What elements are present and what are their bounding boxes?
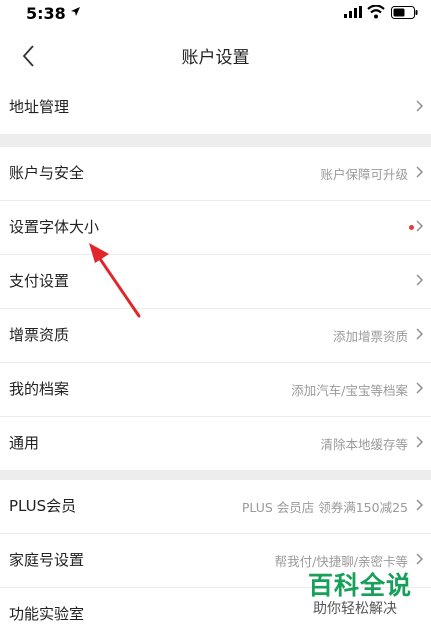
row-label: 功能实验室 xyxy=(9,605,85,623)
cellular-signal-icon xyxy=(344,6,362,18)
chevron-right-icon xyxy=(416,436,423,448)
row-label: 家庭号设置 xyxy=(9,551,85,569)
row-my-profile[interactable]: 我的档案 添加汽车/宝宝等档案 xyxy=(0,363,431,417)
chevron-right-icon xyxy=(416,166,423,178)
chevron-right-icon xyxy=(416,220,423,232)
row-general[interactable]: 通用 清除本地缓存等 xyxy=(0,417,431,470)
chevron-right-icon xyxy=(416,274,423,286)
chevron-right-icon xyxy=(416,553,423,565)
chevron-right-icon xyxy=(416,100,423,112)
row-account-security[interactable]: 账户与安全 账户保障可升级 xyxy=(0,147,431,201)
chevron-right-icon xyxy=(416,328,423,340)
watermark-subtitle: 助你轻松解决 xyxy=(313,601,397,617)
row-label: 通用 xyxy=(9,434,40,452)
chevron-right-icon xyxy=(416,382,423,394)
row-label: 账户与安全 xyxy=(9,164,85,182)
row-value: 添加增票资质 xyxy=(332,329,408,344)
location-arrow-icon xyxy=(71,7,80,16)
row-vat-invoice[interactable]: 增票资质 添加增票资质 xyxy=(0,309,431,363)
row-plus-member[interactable]: PLUS会员 PLUS 会员店 领券满150减25 xyxy=(0,480,431,534)
row-value: PLUS 会员店 领券满150减25 xyxy=(241,500,408,515)
battery-icon xyxy=(391,6,418,19)
settings-group-address: 地址管理 xyxy=(0,81,431,134)
row-address-management[interactable]: 地址管理 xyxy=(0,81,431,134)
navigation-bar: 账户设置 xyxy=(0,28,431,84)
row-font-size[interactable]: 设置字体大小 xyxy=(0,201,431,255)
row-label: 支付设置 xyxy=(9,272,70,290)
page-title: 账户设置 xyxy=(181,48,250,68)
row-label: PLUS会员 xyxy=(9,497,77,515)
settings-group-account: 账户与安全 账户保障可升级 设置字体大小 支付设置 增票资质 添加增票资质 我的… xyxy=(0,147,431,470)
wifi-icon xyxy=(367,5,385,19)
row-label: 增票资质 xyxy=(9,326,70,344)
row-label: 设置字体大小 xyxy=(9,218,100,236)
watermark-logo-text: 百科全说 xyxy=(308,571,413,600)
row-value: 清除本地缓存等 xyxy=(320,437,408,452)
row-value: 添加汽车/宝宝等档案 xyxy=(291,383,408,398)
row-label: 我的档案 xyxy=(9,380,70,398)
status-time: 5:38 xyxy=(26,4,66,23)
chevron-right-icon xyxy=(416,499,423,511)
row-payment-settings[interactable]: 支付设置 xyxy=(0,255,431,309)
row-label: 地址管理 xyxy=(9,98,70,116)
status-bar: 5:38 xyxy=(0,0,431,28)
row-value: 账户保障可升级 xyxy=(320,167,408,182)
notification-dot xyxy=(409,225,414,230)
